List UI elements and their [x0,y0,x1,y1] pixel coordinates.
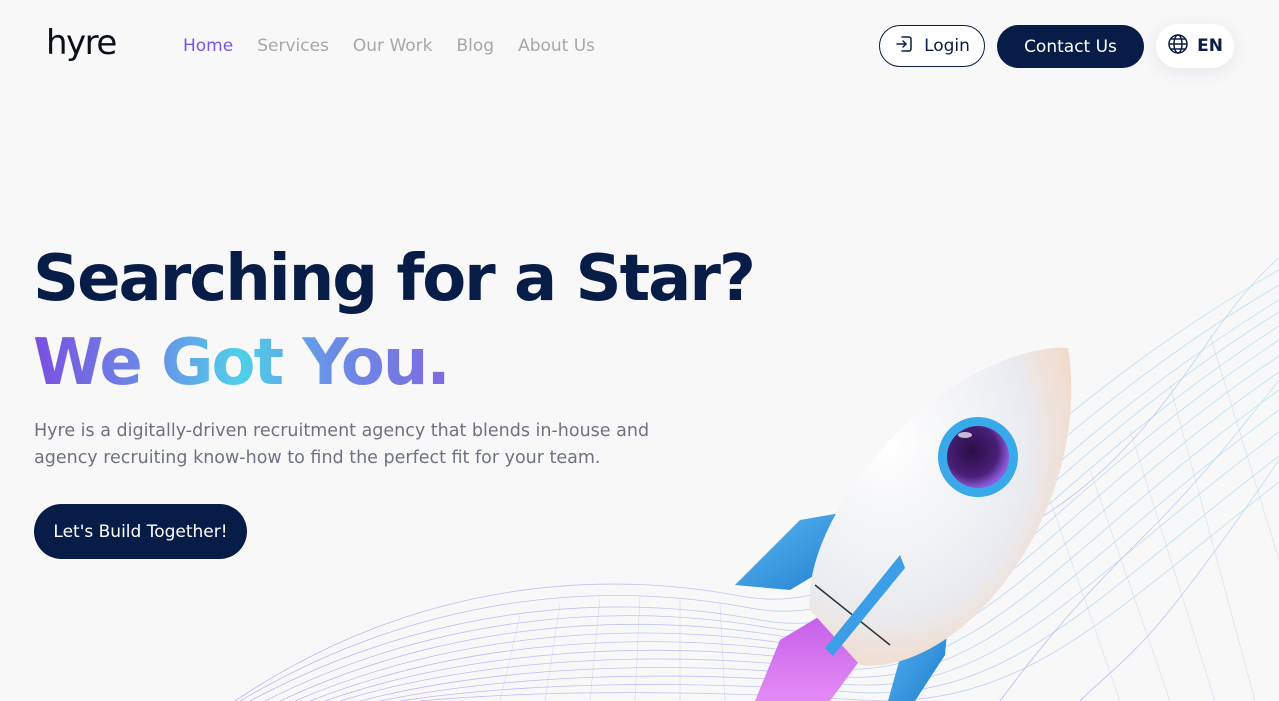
rocket-window [947,426,1009,488]
nav-about-us[interactable]: About Us [518,35,595,57]
login-icon [894,34,914,59]
nav-our-work[interactable]: Our Work [353,35,433,57]
nav-home[interactable]: Home [183,35,233,57]
nav-services[interactable]: Services [257,35,329,57]
rocket-body [809,347,1072,666]
globe-icon [1167,33,1189,60]
mesh-cross-lines [499,334,1279,701]
login-button[interactable]: Login [879,25,985,67]
rocket-fin-front [825,555,905,656]
main-nav: Home Services Our Work Blog About Us [183,35,595,57]
language-label: EN [1197,36,1223,56]
nav-blog[interactable]: Blog [457,35,495,57]
rocket-fin-left [735,510,858,590]
rocket-flame [755,610,860,701]
rocket-illustration [735,347,1072,701]
hero-subheadline: We Got You. [33,322,451,404]
contact-us-button[interactable]: Contact Us [997,25,1144,68]
hero-headline: Searching for a Star? [33,242,756,316]
hero-description: Hyre is a digitally-driven recruitment a… [34,421,650,468]
page: hyre Home Services Our Work Blog About U… [0,0,1279,701]
rocket-window-rim [938,417,1018,497]
login-label: Login [924,36,970,56]
build-together-button[interactable]: Let's Build Together! [34,504,247,559]
language-selector[interactable]: EN [1156,24,1234,68]
rocket-fin-right [888,600,950,701]
logo[interactable]: hyre [46,26,117,60]
